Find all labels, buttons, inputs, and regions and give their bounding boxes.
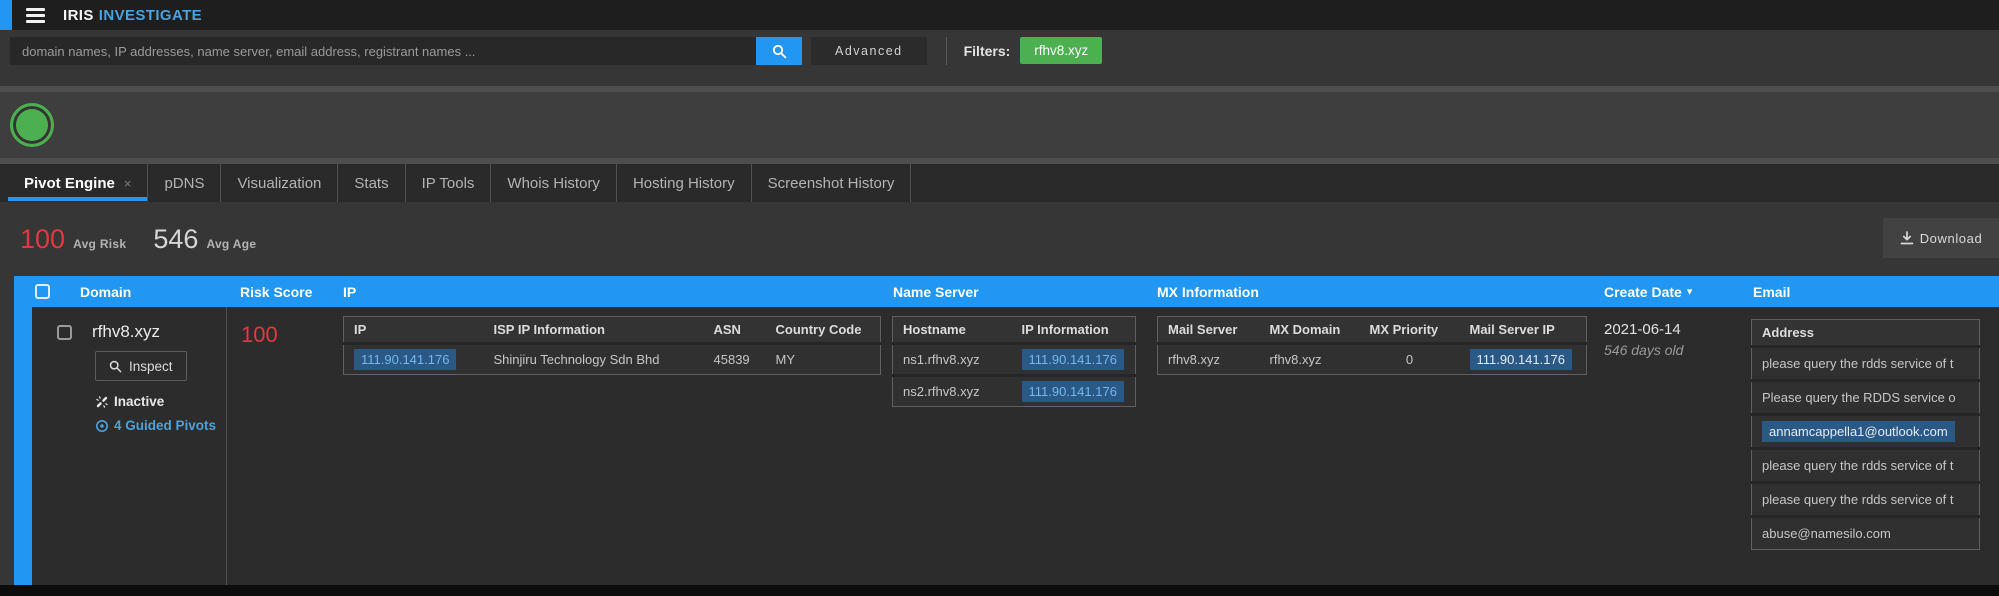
email-address: please query the rdds service of t [1751, 345, 1980, 381]
history-bar [0, 92, 1999, 158]
ip-row: 111.90.141.176 Shinjiru Technology Sdn B… [343, 342, 881, 375]
advanced-search-button[interactable]: Advanced [811, 37, 927, 65]
broken-link-icon [95, 395, 109, 409]
filter-chip[interactable]: rfhv8.xyz [1020, 37, 1103, 64]
tab-hosting-history[interactable]: Hosting History [617, 164, 752, 202]
domain-age-value: 546 days old [1604, 342, 1684, 358]
ns-row: ns2.rfhv8.xyz 111.90.141.176 [892, 374, 1136, 407]
brand-iris: IRIS [63, 6, 94, 24]
close-tab-icon[interactable]: × [124, 176, 132, 191]
column-email: Email [1753, 283, 1791, 300]
ns-row: ns1.rfhv8.xyz 111.90.141.176 [892, 342, 1136, 376]
ns-hostname: ns2.rfhv8.xyz [892, 374, 1012, 407]
mx-subtable: Mail Server MX Domain MX Priority Mail S… [1157, 316, 1587, 375]
menu-button[interactable] [22, 4, 49, 27]
tab-visualization[interactable]: Visualization [221, 164, 339, 202]
email-address: please query the rdds service of t [1751, 447, 1980, 483]
email-subtable: Address please query the rdds service of… [1751, 319, 1980, 550]
email-row: please query the rdds service of t [1751, 345, 1980, 381]
email-cell: Address please query the rdds service of… [1745, 307, 1999, 585]
tab-pivot-engine[interactable]: Pivot Engine × [8, 164, 149, 202]
row-selected-stripe [14, 307, 32, 585]
email-address: Please query the RDDS service o [1751, 379, 1980, 415]
email-row: please query the rdds service of t [1751, 447, 1980, 483]
search-bar: Advanced Filters: rfhv8.xyz [0, 30, 1999, 86]
create-date-value: 2021-06-14 [1604, 321, 1681, 338]
pivot-icon [95, 419, 109, 433]
column-create-date[interactable]: Create Date ▾ [1596, 284, 1745, 300]
column-risk-score: Risk Score [240, 283, 313, 300]
table-body: rfhv8.xyz Inspect Inactive 4 Guided Pivo… [0, 307, 1999, 585]
mail-server-ip-value[interactable]: 111.90.141.176 [1469, 349, 1572, 370]
column-ip: IP [343, 283, 357, 300]
ip-subtable: IP ISP IP Information ASN Country Code 1… [343, 316, 881, 375]
avg-age-label: Avg Age [206, 237, 257, 251]
avg-risk-value: 100 [20, 223, 66, 254]
column-name-server: Name Server [893, 283, 979, 300]
sort-desc-icon: ▾ [1686, 286, 1693, 298]
tab-whois-history[interactable]: Whois History [491, 164, 617, 202]
search-input[interactable] [10, 37, 756, 65]
email-row: please query the rdds service of t [1751, 481, 1980, 517]
search-button[interactable] [756, 37, 802, 65]
email-address: please query the rdds service of t [1751, 481, 1980, 517]
status-indicator[interactable] [10, 103, 54, 147]
ip-cell: IP ISP IP Information ASN Country Code 1… [335, 307, 886, 585]
ns-ip-value[interactable]: 111.90.141.176 [1021, 381, 1124, 402]
isp-value: Shinjiru Technology Sdn Bhd [483, 342, 704, 375]
inspect-button[interactable]: Inspect [95, 351, 187, 381]
email-row: abuse@namesilo.com [1751, 515, 1980, 550]
ip-address-value[interactable]: 111.90.141.176 [354, 349, 457, 370]
filters-label: Filters: [963, 43, 1011, 59]
country-code-value: MY [765, 342, 881, 375]
divider [945, 37, 947, 65]
domain-name[interactable]: rfhv8.xyz [92, 322, 160, 342]
name-server-cell: Hostname IP Information ns1.rfhv8.xyz 11… [886, 307, 1149, 585]
top-bar: IRIS INVESTIGATE [0, 0, 1999, 30]
create-date-cell: 2021-06-14 546 days old [1596, 307, 1745, 585]
tab-stats[interactable]: Stats [338, 164, 406, 202]
brand-investigate: INVESTIGATE [98, 6, 203, 24]
guided-pivots-link[interactable]: 4 Guided Pivots [95, 418, 226, 433]
domain-cell: rfhv8.xyz Inspect Inactive 4 Guided Pivo… [14, 307, 227, 585]
inspect-search-icon [109, 360, 122, 373]
search-icon [772, 44, 787, 59]
app-brand: IRIS INVESTIGATE [63, 7, 202, 24]
email-address-highlighted[interactable]: annamcappella1@outlook.com [1762, 421, 1955, 442]
table-row: rfhv8.xyz Inspect Inactive 4 Guided Pivo… [14, 307, 1999, 585]
tab-ip-tools[interactable]: IP Tools [406, 164, 492, 202]
status-inactive: Inactive [95, 394, 226, 409]
mx-priority-value: 0 [1359, 342, 1460, 375]
mx-domain-value: rfhv8.xyz [1259, 342, 1360, 375]
tab-pdns[interactable]: pDNS [148, 164, 222, 202]
ns-ip-value[interactable]: 111.90.141.176 [1021, 349, 1124, 370]
name-server-subtable: Hostname IP Information ns1.rfhv8.xyz 11… [892, 316, 1136, 407]
tab-bar: Pivot Engine × pDNS Visualization Stats … [0, 164, 1999, 202]
mx-row: rfhv8.xyz rfhv8.xyz 0 111.90.141.176 [1157, 342, 1587, 375]
mail-server-value: rfhv8.xyz [1157, 342, 1260, 375]
download-button[interactable]: Download [1883, 218, 1999, 258]
stats-bar: 100 Avg Risk 546 Avg Age Download [0, 202, 1999, 276]
mx-information-cell: Mail Server MX Domain MX Priority Mail S… [1149, 307, 1596, 585]
ns-hostname: ns1.rfhv8.xyz [892, 342, 1012, 376]
row-checkbox[interactable] [57, 324, 72, 340]
hamburger-icon [26, 7, 45, 11]
iris-investigate-app: IRISINVESTIGATE Advanced Filters: rfhv8.… [0, 0, 1999, 596]
email-row: Please query the RDDS service o [1751, 379, 1980, 415]
download-icon [1900, 231, 1914, 245]
column-domain: Domain [80, 283, 132, 300]
asn-value: 45839 [703, 342, 766, 375]
email-address: abuse@namesilo.com [1751, 515, 1980, 550]
avg-risk-label: Avg Risk [73, 237, 127, 251]
edge-accent-bar [0, 0, 12, 30]
avg-age-value: 546 [153, 223, 199, 254]
tab-screenshot-history[interactable]: Screenshot History [752, 164, 912, 202]
column-mx-information: MX Information [1157, 283, 1259, 300]
select-all-checkbox[interactable] [35, 284, 50, 299]
bottom-strip [0, 585, 1999, 596]
risk-score-cell: 100 [241, 322, 278, 347]
email-row: annamcappella1@outlook.com [1751, 413, 1980, 449]
table-header: Domain Risk Score IP Name Server MX Info… [14, 276, 1999, 307]
